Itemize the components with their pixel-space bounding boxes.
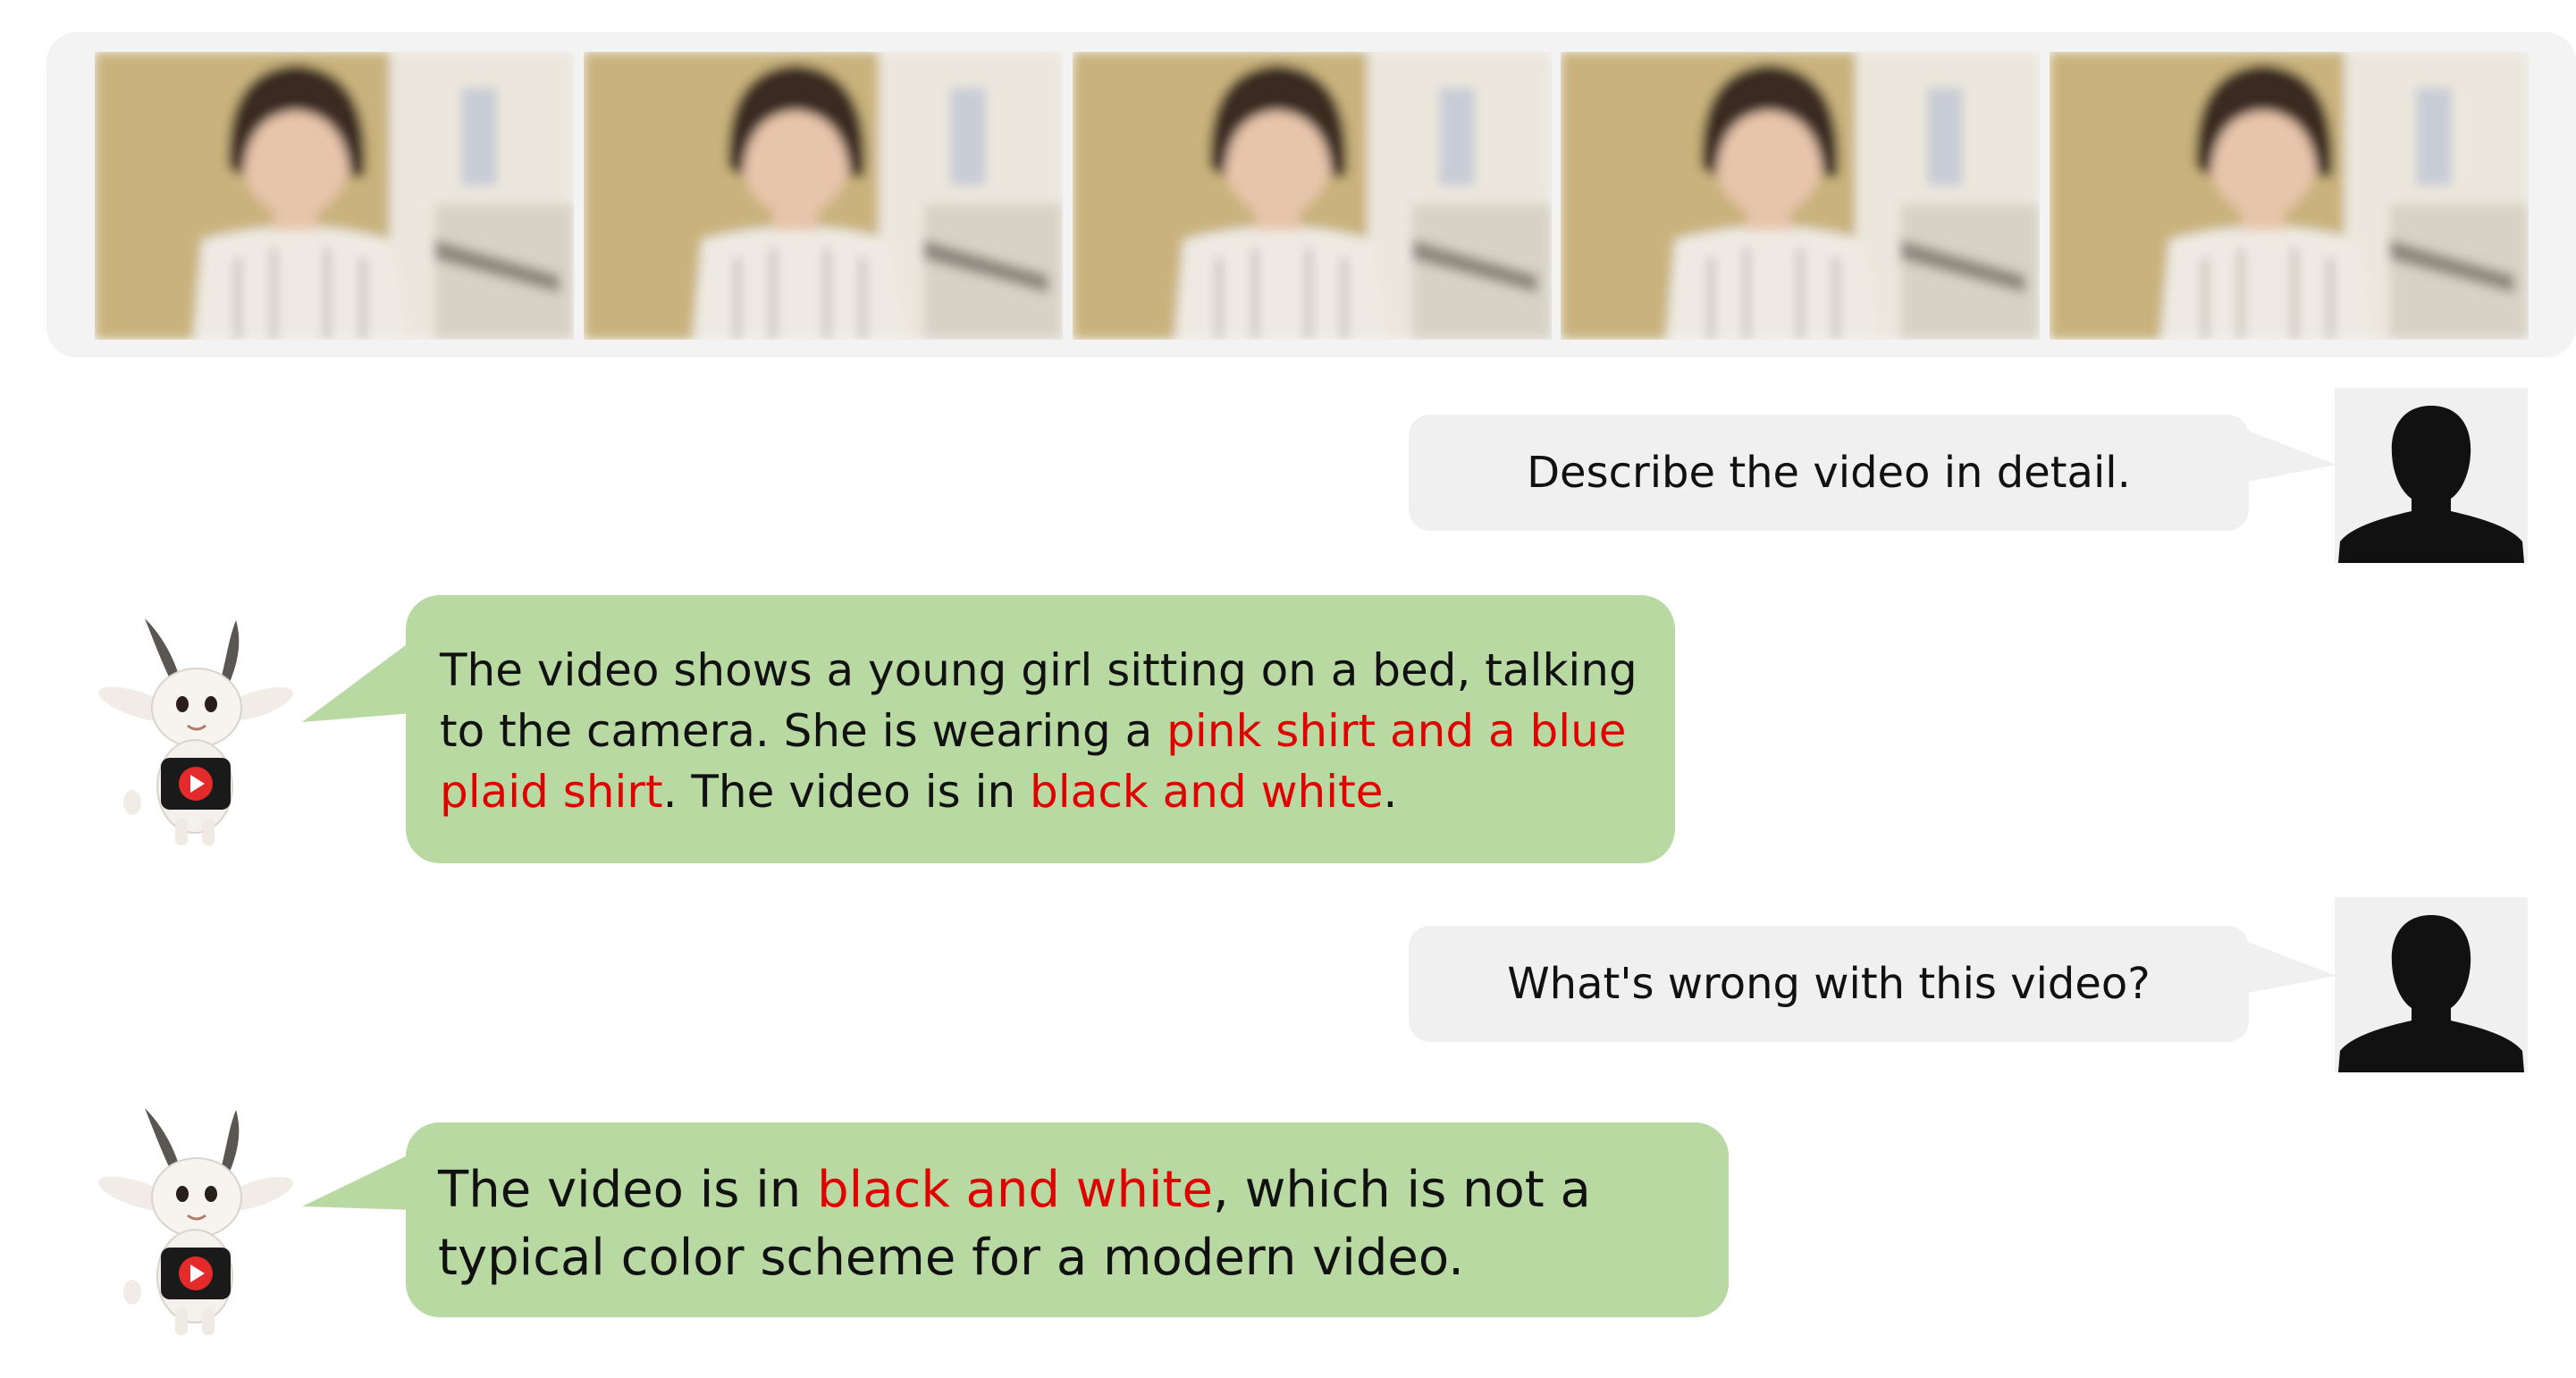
message-text-segment: . The video is in	[662, 766, 1031, 818]
user-message-text: Describe the video in detail.	[1527, 448, 2131, 498]
user-bubble-tail	[2243, 940, 2336, 994]
video-frame-4	[1561, 52, 2040, 340]
video-frame-3	[1073, 52, 1552, 340]
user-message-bubble: Describe the video in detail.	[1409, 415, 2249, 531]
assistant-avatar	[86, 1101, 309, 1342]
video-frame-image	[2050, 52, 2529, 340]
assistant-bubble-tail	[302, 1153, 413, 1210]
video-frame-image	[1073, 52, 1552, 340]
video-frame-1	[95, 52, 574, 340]
assistant-message-bubble: The video is in black and white, which i…	[406, 1122, 1729, 1317]
highlighted-text: black and white	[817, 1161, 1213, 1219]
message-text-segment: .	[1383, 766, 1398, 818]
person-silhouette-icon	[2338, 406, 2524, 563]
person-silhouette-icon	[2338, 915, 2524, 1072]
video-frame-2	[584, 52, 1063, 340]
message-text-segment: The video is in	[438, 1161, 818, 1219]
video-frame-image	[584, 52, 1063, 340]
user-message-bubble: What's wrong with this video?	[1409, 926, 2249, 1042]
assistant-message-bubble: The video shows a young girl sitting on …	[406, 595, 1675, 863]
user-message-text: What's wrong with this video?	[1507, 959, 2151, 1009]
assistant-avatar	[86, 611, 309, 853]
assistant-bubble-tail	[302, 640, 413, 722]
video-frame-image	[95, 52, 574, 340]
goat-mascot-icon	[98, 618, 294, 845]
video-frame-image	[1561, 52, 2040, 340]
user-avatar	[2335, 897, 2528, 1072]
user-avatar	[2335, 388, 2528, 563]
goat-mascot-icon	[98, 1108, 294, 1335]
user-bubble-tail	[2243, 429, 2336, 483]
video-frame-5	[2050, 52, 2529, 340]
highlighted-text: black and white	[1030, 766, 1384, 818]
